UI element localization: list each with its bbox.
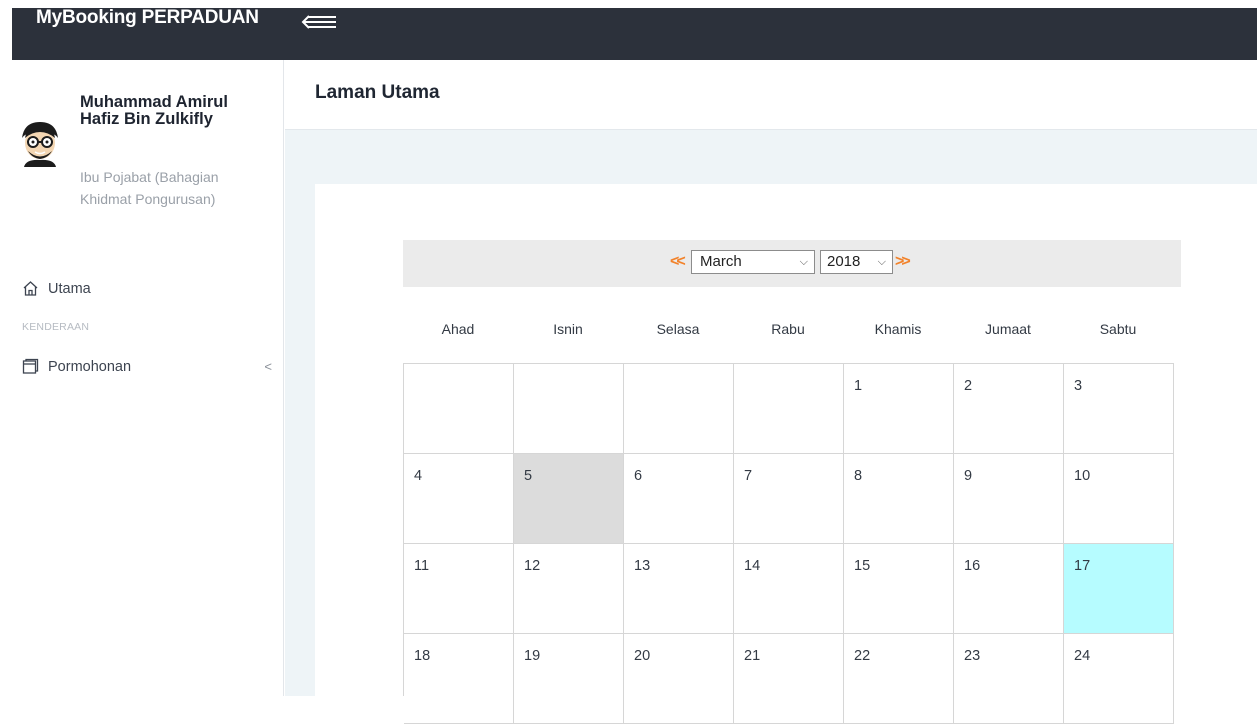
calendar-card: << March ⌵ 2018 ⌵ >> Ahad Isnin Selasa Rabu… [315, 184, 1257, 724]
chevron-down-icon: ⌵ [877, 256, 886, 268]
calendar-day-cell[interactable]: 22 [844, 634, 954, 724]
calendar-day-number: 20 [634, 648, 651, 664]
calendar-empty-cell [514, 364, 624, 454]
page-header: Laman Utama [285, 60, 1257, 130]
weekday-label: Jumaat [985, 321, 1031, 337]
calendar-day-cell[interactable]: 2 [954, 364, 1064, 454]
calendar-day-number: 14 [744, 558, 761, 574]
calendar-day-number: 5 [524, 468, 533, 484]
calendar-day-number: 17 [1074, 558, 1091, 574]
chevron-down-icon: ⌵ [799, 256, 808, 268]
calendar-day-number: 6 [634, 468, 643, 484]
calendar-day-cell[interactable]: 14 [734, 544, 844, 634]
month-select-value: March [700, 253, 742, 270]
weekday-label: Sabtu [1099, 321, 1137, 337]
calendar-empty-cell [734, 364, 844, 454]
calendar-day-cell[interactable]: 21 [734, 634, 844, 724]
calendar-day-number: 11 [414, 558, 430, 574]
calendar-day-number: 12 [524, 558, 541, 574]
calendar-navigation-bar: << March ⌵ 2018 ⌵ >> [403, 240, 1181, 287]
calendar-day-number: 10 [1074, 468, 1091, 484]
calendar-day-number: 13 [634, 558, 651, 574]
year-select[interactable]: 2018 ⌵ [820, 250, 893, 274]
calendar-day-number: 24 [1074, 648, 1091, 664]
next-month-button[interactable]: >> [895, 253, 911, 271]
chevron-left-icon[interactable]: < [264, 359, 272, 374]
sidebar-item-label: Pormohonan [48, 358, 132, 375]
weekday-label: Ahad [441, 321, 475, 337]
calendar-day-cell[interactable]: 4 [404, 454, 514, 544]
calendar-day-cell[interactable]: 12 [514, 544, 624, 634]
calendar-day-cell[interactable]: 10 [1064, 454, 1174, 544]
page-title: Laman Utama [315, 82, 440, 103]
weekday-label: Isnin [553, 321, 583, 337]
calendar-day-cell[interactable]: 9 [954, 454, 1064, 544]
user-department: Ibu Pojabat (Bahagian Khidmat Pongurusan… [80, 169, 219, 207]
top-navbar: MyBooking PERPADUAN [0, 0, 1257, 60]
calendar-day-number: 1 [854, 378, 863, 394]
sidebar-section-heading: KENDERAAN [22, 321, 90, 333]
calendar-day-cell[interactable]: 16 [954, 544, 1064, 634]
calendar-day-cell[interactable]: 15 [844, 544, 954, 634]
calendar-day-number: 4 [414, 468, 423, 484]
calendar-day-number: 8 [854, 468, 863, 484]
sidebar: Muhammad Amirul Hafiz Bin Zulkifly Ibu P… [0, 60, 284, 696]
calendar-day-cell[interactable]: 5 [514, 454, 624, 544]
calendar-day-cell[interactable]: 24 [1064, 634, 1174, 724]
home-icon [23, 281, 38, 296]
calendar-day-cell[interactable]: 17 [1064, 544, 1174, 634]
calendar-day-number: 2 [964, 378, 973, 394]
calendar-grid: 1 2 3 4 5 6 7 8 9 10 11 12 13 14 15 16 17 18 19 20 21 22 23 24 [403, 363, 1174, 724]
avatar [18, 118, 62, 168]
month-select[interactable]: March ⌵ [691, 250, 815, 274]
weekday-label: Selasa [656, 321, 700, 337]
calendar-day-number: 15 [854, 558, 871, 574]
main-content: Laman Utama << March ⌵ 2018 ⌵ >> Ahad Isn… [285, 60, 1257, 724]
calendar-day-cell[interactable]: 11 [404, 544, 514, 634]
user-name: Muhammad Amirul Hafiz Bin Zulkifly [80, 93, 228, 128]
prev-month-button[interactable]: << [670, 253, 686, 271]
weekday-label: Rabu [771, 321, 805, 337]
calendar-day-cell[interactable]: 7 [734, 454, 844, 544]
calendar-day-cell[interactable]: 3 [1064, 364, 1174, 454]
calendar-day-cell[interactable]: 8 [844, 454, 954, 544]
app-brand[interactable]: MyBooking PERPADUAN [36, 7, 259, 29]
year-select-value: 2018 [827, 253, 861, 270]
window-icon [22, 358, 39, 374]
sidebar-toggle-icon[interactable] [300, 10, 340, 34]
calendar-day-cell[interactable]: 19 [514, 634, 624, 724]
calendar-day-number: 21 [744, 648, 761, 664]
calendar-day-number: 22 [854, 648, 871, 664]
calendar-day-cell[interactable]: 13 [624, 544, 734, 634]
weekday-header-row: Ahad Isnin Selasa Rabu Khamis Jumaat Sabtu [403, 321, 1173, 341]
calendar-day-cell[interactable]: 1 [844, 364, 954, 454]
sidebar-item-utama[interactable]: Utama [22, 280, 91, 297]
calendar-day-number: 3 [1074, 378, 1083, 394]
calendar-day-cell[interactable]: 23 [954, 634, 1064, 724]
sidebar-item-permohonan[interactable]: Pormohonan < [22, 358, 272, 375]
calendar-day-number: 16 [964, 558, 981, 574]
calendar-day-number: 18 [414, 648, 431, 664]
calendar-day-cell[interactable]: 18 [404, 634, 514, 724]
calendar-empty-cell [624, 364, 734, 454]
calendar-empty-cell [404, 364, 514, 454]
calendar-day-number: 23 [964, 648, 981, 664]
calendar-day-cell[interactable]: 6 [624, 454, 734, 544]
calendar-day-cell[interactable]: 20 [624, 634, 734, 724]
calendar-day-number: 19 [524, 648, 541, 664]
calendar-day-number: 9 [964, 468, 973, 484]
calendar-day-number: 7 [744, 468, 753, 484]
weekday-label: Khamis [874, 321, 922, 337]
sidebar-item-label: Utama [48, 280, 91, 297]
